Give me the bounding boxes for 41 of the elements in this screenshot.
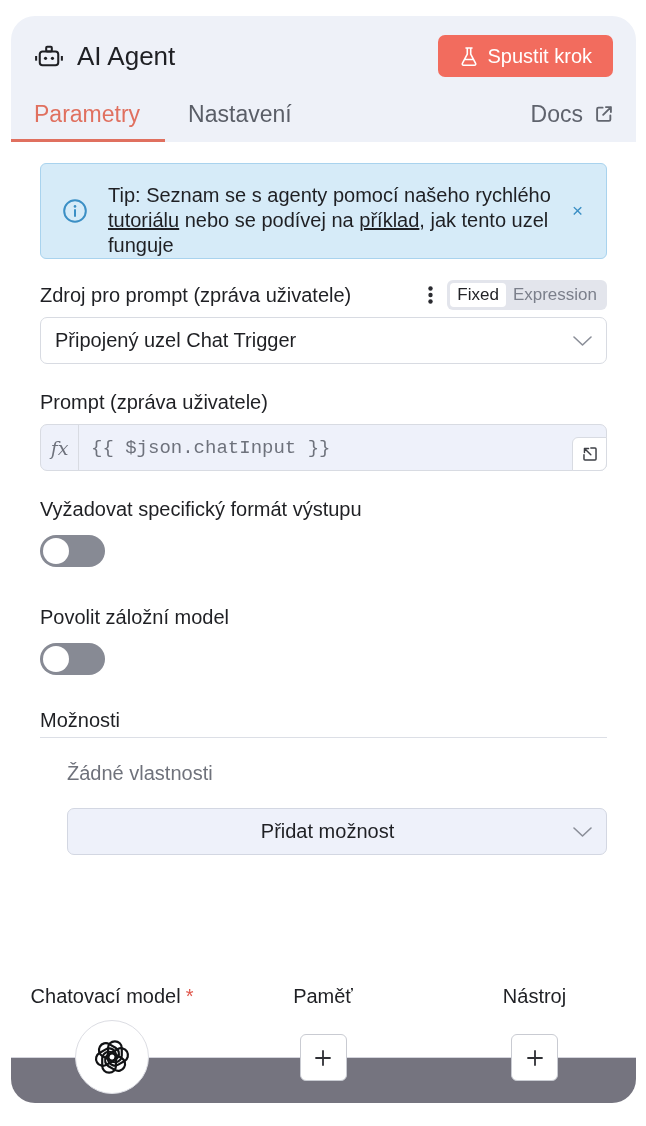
toggle-switch[interactable] — [40, 643, 105, 675]
mode-option[interactable]: Fixed — [450, 283, 506, 307]
fx-label: fx — [41, 425, 79, 470]
add-button[interactable] — [299, 1034, 347, 1081]
connector-label: Paměť — [293, 984, 353, 1009]
field-label: Povolit záložní model — [40, 605, 229, 630]
toggle-switch[interactable] — [40, 535, 105, 567]
section-heading: Možnosti — [40, 707, 607, 738]
info-icon — [63, 199, 87, 223]
empty-state-text: Žádné vlastnosti — [67, 761, 214, 786]
plus-icon — [315, 1049, 331, 1066]
box-arrow-icon — [582, 447, 597, 461]
knot-logo-icon — [93, 1038, 131, 1076]
plus-icon — [526, 1049, 543, 1066]
connector-label: Chatovací model — [30, 984, 181, 1009]
tab[interactable]: Nastavení — [165, 77, 317, 142]
run-step-button[interactable]: Spustit krok — [437, 35, 613, 77]
tip-link[interactable]: tutoriálu — [108, 209, 180, 231]
add-option-dropdown[interactable]: Přidat možnost — [67, 808, 607, 855]
external-link-icon — [596, 106, 612, 122]
connector-label: Nástroj — [502, 984, 567, 1009]
expand-button[interactable] — [572, 437, 607, 471]
close-button[interactable]: × — [571, 201, 583, 221]
expression-text: {{ $json.chatInput }} — [91, 435, 332, 461]
field-label: Vyžadovat specifický formát výstupu — [40, 497, 362, 522]
panel-title: AI Agent — [77, 41, 176, 71]
select-field[interactable]: Připojený uzel Chat Trigger — [40, 317, 607, 364]
kebab-menu-icon[interactable] — [428, 286, 434, 304]
add-button[interactable] — [511, 1034, 558, 1081]
field-label: Prompt (zpráva uživatele) — [40, 390, 269, 415]
chevron-down-icon — [573, 335, 592, 346]
tip-text: Tip: Seznam se s agenty pomocí našeho rychlého tutoriálu nebo se podívej na příklad, jak tento uzel funguje — [108, 183, 552, 258]
field-label: Zdroj pro prompt (zpráva uživatele) — [40, 283, 353, 308]
mode-option[interactable]: Expression — [505, 283, 604, 307]
required-asterisk: * — [185, 984, 194, 1009]
expression-field[interactable]: fx {{ $json.chatInput }} — [40, 424, 607, 471]
chevron-down-icon — [573, 826, 592, 837]
tip-link[interactable]: příklad — [359, 209, 420, 231]
robot-icon — [35, 45, 63, 67]
docs-link[interactable]: Docs — [530, 101, 612, 127]
flask-icon — [460, 46, 477, 66]
